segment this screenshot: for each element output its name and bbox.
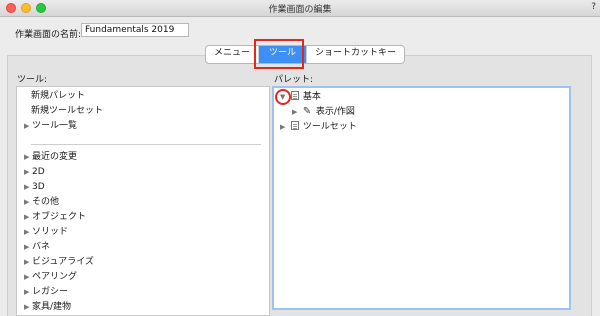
- disclosure-triangle-icon[interactable]: ▶: [24, 210, 32, 224]
- disclosure-triangle-icon[interactable]: ▶: [24, 150, 32, 164]
- palette-tree[interactable]: ▼ 基本 ▶ ✎ 表示/作図 ▶ ツールセット: [272, 86, 571, 310]
- tab-segmented-control: メニュー ツール ショートカットキー: [205, 45, 406, 64]
- divider: [31, 144, 261, 145]
- tool-item-label: ビジュアライズ: [32, 257, 94, 267]
- tool-item-label: ツール一覧: [32, 121, 78, 131]
- tool-item-label: レガシー: [32, 287, 69, 297]
- tab-highlight-annotation: [254, 39, 304, 69]
- workspace-name-input[interactable]: [81, 23, 189, 37]
- list-item[interactable]: ▶ ツール一覧: [24, 119, 77, 133]
- disclosure-triangle-icon[interactable]: ▶: [24, 270, 32, 284]
- list-item[interactable]: ▶ ペアリング: [24, 270, 77, 284]
- list-item[interactable]: ▶ レガシー: [24, 285, 68, 299]
- tool-item-label: バネ: [32, 242, 51, 252]
- palette-icon: [290, 91, 299, 100]
- tool-item-label: 新規パレット: [31, 91, 86, 101]
- workspace-name-label: 作業画面の名前:: [15, 30, 82, 40]
- palette-item-label: ツールセット: [302, 122, 357, 132]
- disclosure-triangle-icon[interactable]: ▶: [24, 285, 32, 299]
- tool-item-label: ソリッド: [32, 227, 69, 237]
- disclosure-triangle-expanded-icon[interactable]: ▼: [280, 90, 288, 104]
- disclosure-triangle-icon[interactable]: ▶: [24, 195, 32, 209]
- help-icon[interactable]: ?: [591, 2, 596, 12]
- list-item[interactable]: ▶ 家具/建物: [24, 300, 71, 314]
- disclosure-triangle-icon[interactable]: ▶: [24, 255, 32, 269]
- list-item[interactable]: ▶ その他: [24, 195, 59, 209]
- tools-section-label: ツール:: [17, 75, 48, 85]
- window-title: 作業画面の編集: [268, 5, 332, 15]
- list-item[interactable]: ▶ バネ: [24, 240, 50, 254]
- list-item[interactable]: ▶ 2D: [24, 165, 45, 179]
- tool-item-label: オブジェクト: [32, 212, 87, 222]
- list-item[interactable]: ▶ ✎ 表示/作図: [292, 105, 355, 119]
- tab-shortcut-keys[interactable]: ショートカットキー: [307, 46, 405, 63]
- palette-item-label: 表示/作図: [315, 107, 355, 117]
- tool-item-label: 2D: [32, 167, 45, 177]
- disclosure-triangle-icon[interactable]: ▶: [24, 119, 32, 133]
- palette-section-label: パレット:: [274, 75, 314, 85]
- list-item[interactable]: 新規ツールセット: [31, 104, 103, 118]
- list-item[interactable]: ▶ 最近の変更: [24, 150, 77, 164]
- list-item[interactable]: ▶ オブジェクト: [24, 210, 86, 224]
- disclosure-triangle-icon[interactable]: ▶: [24, 180, 32, 194]
- tool-item-label: 最近の変更: [32, 152, 78, 162]
- tools-tree[interactable]: 新規パレット 新規ツールセット ▶ ツール一覧 ▶ 最近の変更 ▶ 2D ▶ 3D ▶ そ…: [16, 86, 270, 316]
- title-bar: 作業画面の編集 ?: [0, 0, 600, 17]
- disclosure-triangle-icon[interactable]: ▶: [24, 300, 32, 314]
- disclosure-triangle-icon[interactable]: ▶: [292, 105, 300, 119]
- tool-item-label: その他: [32, 197, 60, 207]
- palette-item-label: 基本: [302, 92, 321, 102]
- disclosure-triangle-icon[interactable]: ▶: [24, 165, 32, 179]
- tab-menu[interactable]: メニュー: [206, 46, 260, 63]
- list-item[interactable]: ▶ 3D: [24, 180, 45, 194]
- disclosure-triangle-icon[interactable]: ▶: [280, 120, 288, 134]
- list-item[interactable]: ▶ ツールセット: [280, 120, 357, 134]
- palette-icon: [290, 121, 299, 130]
- list-item[interactable]: ▶ ビジュアライズ: [24, 255, 94, 269]
- tool-item-label: ペアリング: [32, 272, 78, 282]
- list-item[interactable]: ▶ ソリッド: [24, 225, 68, 239]
- tool-item-label: 家具/建物: [32, 302, 72, 312]
- disclosure-triangle-icon[interactable]: ▶: [24, 225, 32, 239]
- pencil-icon: ✎: [302, 106, 312, 117]
- disclosure-triangle-icon[interactable]: ▶: [24, 240, 32, 254]
- list-item[interactable]: 新規パレット: [31, 89, 85, 103]
- tool-item-label: 3D: [32, 182, 45, 192]
- tool-item-label: 新規ツールセット: [31, 106, 104, 116]
- list-item[interactable]: ▼ 基本: [280, 90, 321, 104]
